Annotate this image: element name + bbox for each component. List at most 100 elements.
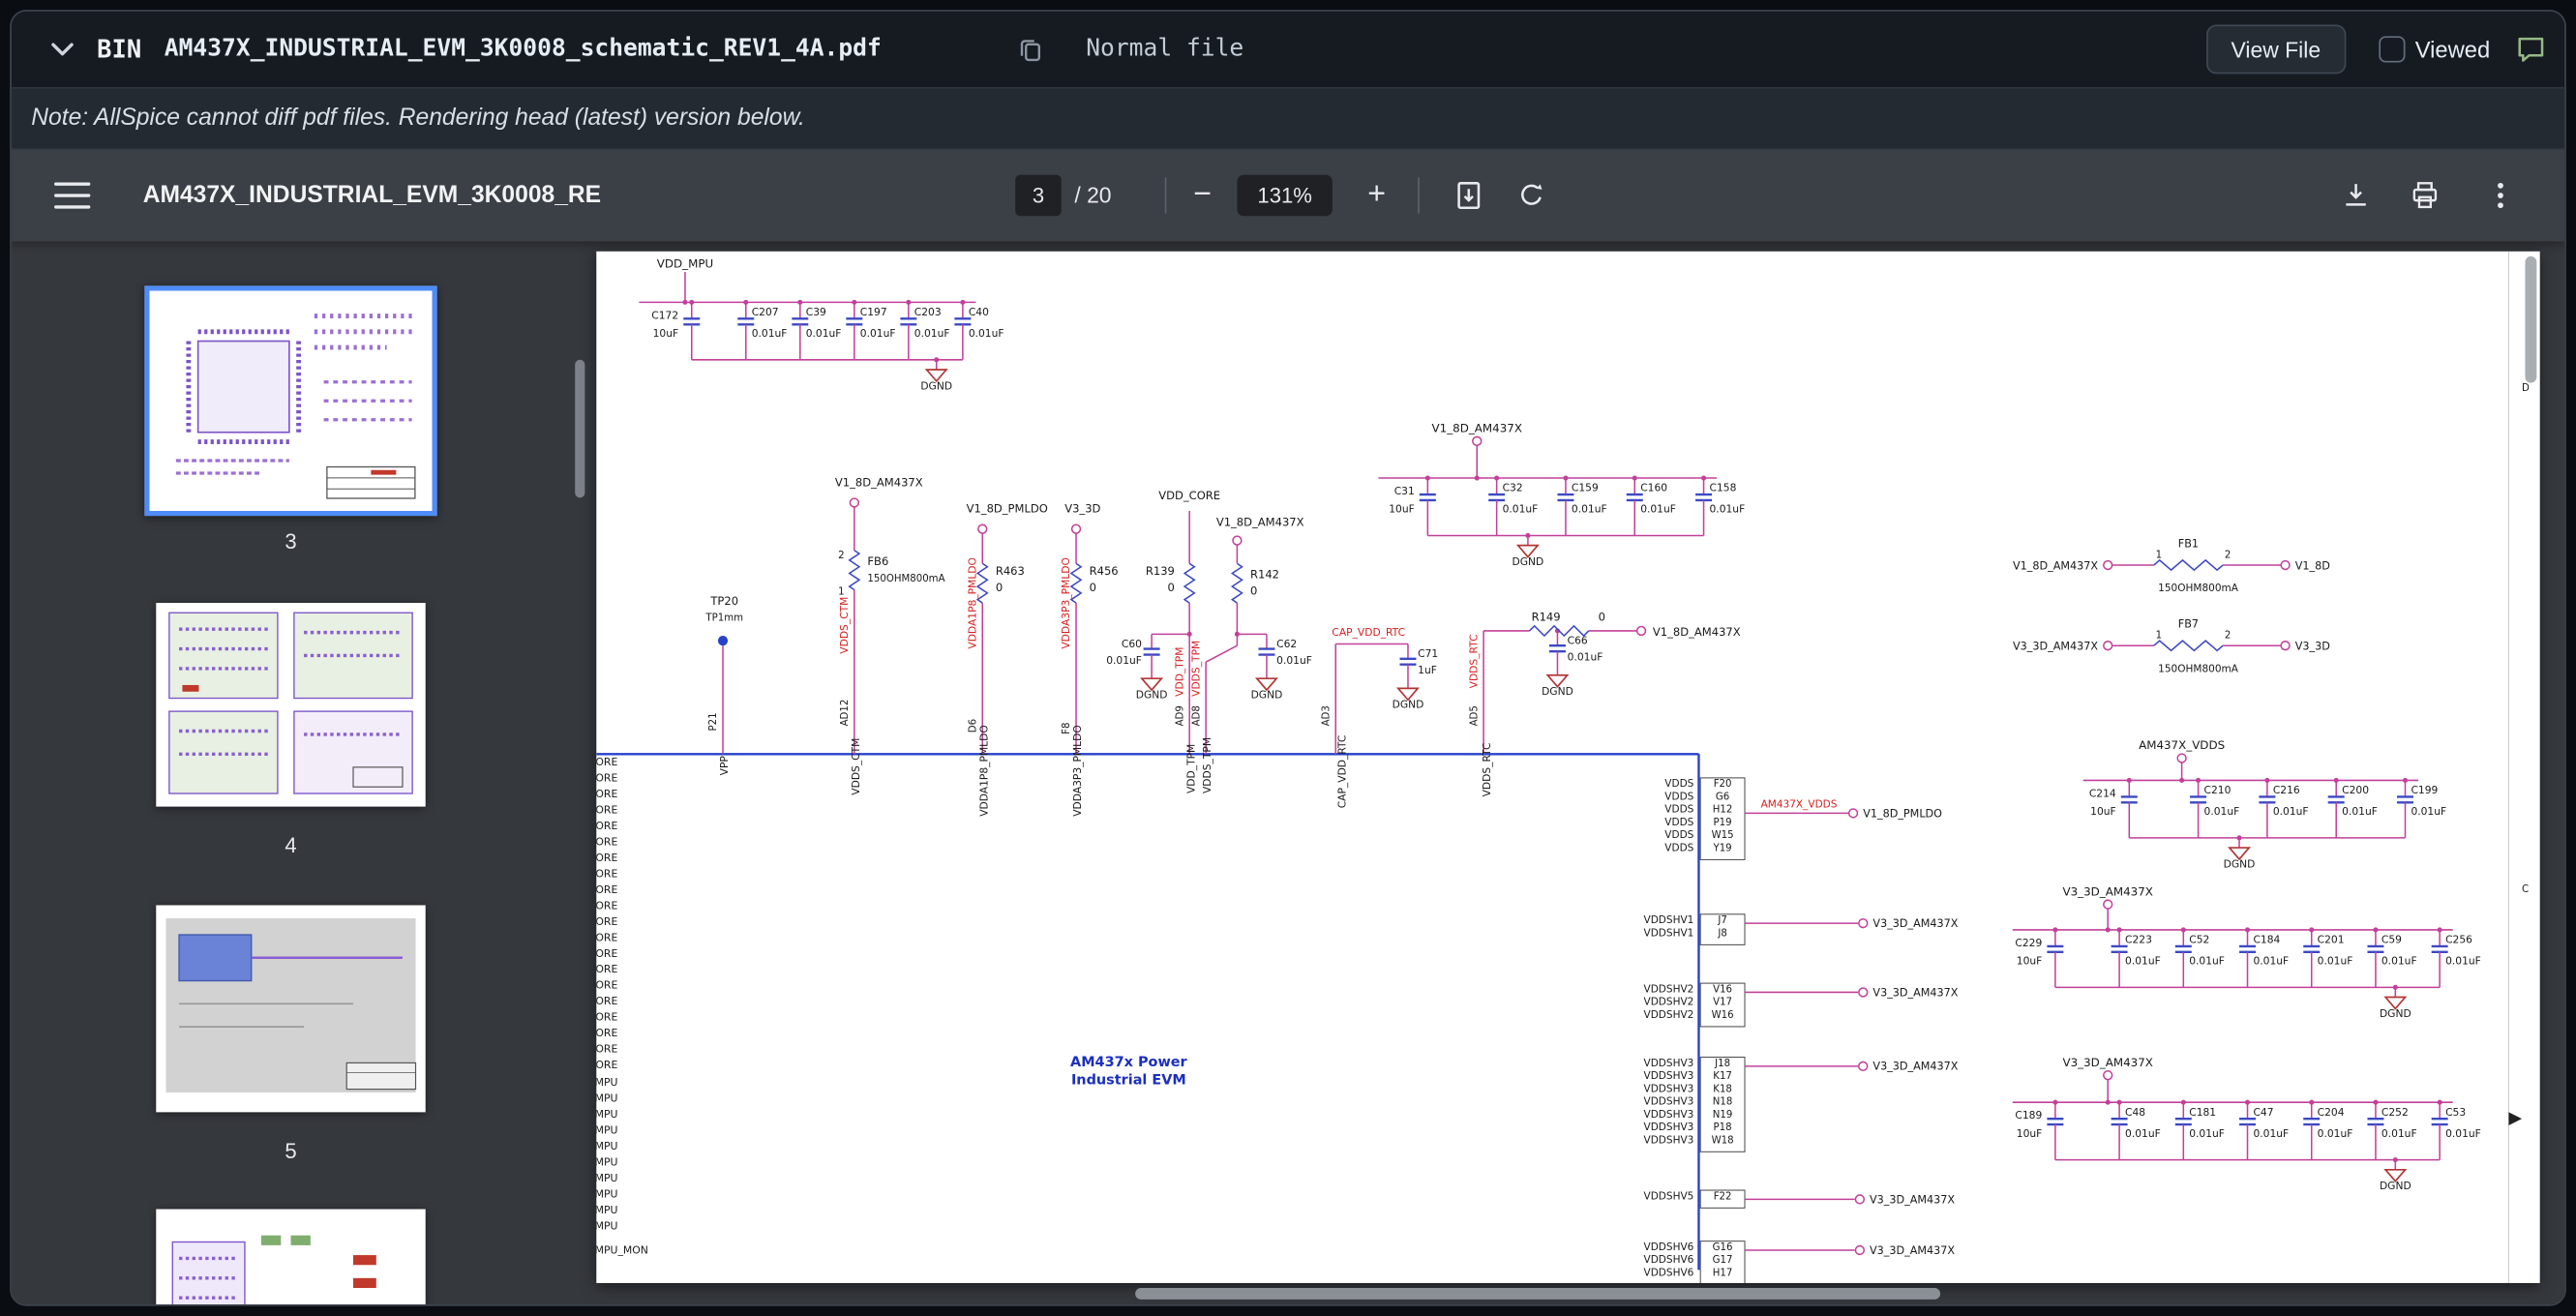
view-file-button[interactable]: View File [2206, 24, 2346, 74]
svg-text:1uF: 1uF [1418, 664, 1437, 676]
svg-text:CORE: CORE [596, 772, 617, 785]
file-header: BIN AM437X_INDUSTRIAL_EVM_3K0008_schemat… [12, 12, 2564, 87]
svg-text:DGND: DGND [2380, 1007, 2411, 1020]
svg-text:FB1: FB1 [2178, 537, 2199, 550]
svg-text:CORE: CORE [596, 867, 617, 880]
svg-text:VDDS_TPM: VDDS_TPM [1201, 737, 1213, 793]
file-name: AM437X_INDUSTRIAL_EVM_3K0008_schematic_R… [165, 36, 882, 62]
toolbar-separator [1418, 177, 1420, 213]
svg-text:V1_8D_AM437X: V1_8D_AM437X [835, 476, 923, 490]
svg-text:DGND: DGND [1393, 699, 1424, 711]
svg-text:FB7: FB7 [2178, 618, 2199, 631]
svg-text:AM437X_VDDS: AM437X_VDDS [1761, 798, 1838, 810]
svg-text:C172: C172 [651, 309, 678, 321]
svg-text:VDDSHV2: VDDSHV2 [1644, 983, 1694, 995]
svg-text:CORE: CORE [596, 804, 617, 817]
svg-text:C40: C40 [969, 306, 989, 318]
svg-text:C214: C214 [2089, 787, 2116, 799]
svg-text:0.01uF: 0.01uF [1276, 654, 1312, 667]
svg-text:0.01uF: 0.01uF [2204, 805, 2240, 818]
svg-text:AD8: AD8 [1191, 705, 1202, 726]
svg-text:C184: C184 [2253, 934, 2280, 946]
svg-text:150OHM800mA: 150OHM800mA [2158, 663, 2239, 674]
zoom-in-button[interactable]: + [1356, 174, 1398, 217]
svg-text:CORE: CORE [596, 979, 617, 992]
svg-text:VDDS: VDDS [1664, 842, 1693, 853]
svg-text:V16: V16 [1713, 984, 1732, 995]
svg-text:VDDS_CTM: VDDS_CTM [838, 597, 851, 654]
svg-text:G16: G16 [1713, 1242, 1733, 1253]
svg-text:1: 1 [2156, 550, 2162, 560]
chevron-down-icon[interactable] [47, 35, 77, 65]
svg-text:V1_8D_AM437X: V1_8D_AM437X [1653, 625, 1741, 639]
thumbnail-page-4[interactable] [156, 603, 425, 807]
svg-text:VDDSHV6: VDDSHV6 [1644, 1241, 1694, 1253]
svg-text:R149: R149 [1532, 611, 1561, 624]
svg-text:0.01uF: 0.01uF [969, 327, 1004, 340]
svg-text:0.01uF: 0.01uF [860, 327, 896, 340]
more-options-icon[interactable] [2479, 174, 2522, 217]
sidebar-scrollbar[interactable] [575, 360, 584, 498]
svg-text:V3_3D_AM437X: V3_3D_AM437X [1870, 1244, 1955, 1257]
print-icon[interactable] [2404, 174, 2446, 217]
svg-text:V1_8D_PMLDO: V1_8D_PMLDO [967, 502, 1048, 516]
svg-text:C252: C252 [2381, 1106, 2409, 1119]
svg-text:2: 2 [2225, 550, 2231, 560]
thumbnail-page-6[interactable] [156, 1210, 425, 1306]
svg-text:MPU: MPU [596, 1204, 617, 1216]
comment-icon[interactable] [2515, 34, 2546, 65]
svg-text:C66: C66 [1568, 635, 1588, 647]
page-number-input[interactable]: 3 [1015, 175, 1062, 216]
svg-text:DGND: DGND [1513, 555, 1544, 568]
rotate-icon[interactable] [1510, 174, 1552, 217]
thumbnail-page-3[interactable] [144, 285, 436, 516]
vertical-scrollbar[interactable] [2525, 256, 2536, 383]
svg-text:VDDSHV5: VDDSHV5 [1644, 1190, 1694, 1202]
svg-text:MPU: MPU [596, 1219, 617, 1232]
svg-text:VDDA1P8_PMLDO: VDDA1P8_PMLDO [977, 725, 990, 817]
svg-text:MPU: MPU [596, 1076, 617, 1089]
svg-text:R456: R456 [1090, 564, 1119, 578]
svg-text:F22: F22 [1714, 1191, 1732, 1202]
svg-text:0: 0 [996, 581, 1003, 594]
svg-text:CORE: CORE [596, 835, 617, 848]
svg-text:W16: W16 [1712, 1010, 1734, 1021]
svg-text:CORE: CORE [596, 995, 617, 1007]
zoom-out-button[interactable]: − [1182, 174, 1224, 217]
svg-text:150OHM800mA: 150OHM800mA [2158, 583, 2239, 594]
svg-text:C32: C32 [1503, 482, 1523, 494]
viewed-checkbox[interactable] [2379, 36, 2405, 62]
svg-text:VDD_MPU: VDD_MPU [657, 257, 713, 271]
document-title: AM437X_INDUSTRIAL_EVM_3K0008_RE [143, 182, 601, 208]
svg-text:DGND: DGND [1542, 685, 1573, 698]
sidebar-toggle-icon[interactable] [54, 182, 90, 208]
horizontal-scrollbar[interactable] [1135, 1288, 1940, 1300]
svg-text:C53: C53 [2445, 1106, 2466, 1119]
svg-text:K18: K18 [1713, 1084, 1732, 1094]
svg-text:V3_3D_AM437X: V3_3D_AM437X [2062, 884, 2152, 898]
svg-text:0.01uF: 0.01uF [2411, 805, 2446, 818]
svg-text:MPU: MPU [596, 1108, 617, 1121]
svg-text:0: 0 [1599, 611, 1605, 624]
svg-text:CORE: CORE [596, 1059, 617, 1071]
fit-to-page-icon[interactable] [1448, 174, 1490, 217]
svg-text:C197: C197 [860, 306, 887, 318]
svg-text:V3_3D_AM437X: V3_3D_AM437X [1872, 1061, 1958, 1073]
svg-text:150OHM800mA: 150OHM800mA [867, 574, 944, 584]
svg-text:0: 0 [1168, 581, 1175, 594]
svg-text:VDDS: VDDS [1664, 778, 1693, 790]
svg-text:DGND: DGND [1251, 689, 1283, 702]
svg-text:V3_3D_AM437X: V3_3D_AM437X [1872, 986, 1958, 999]
svg-text:C189: C189 [2015, 1109, 2042, 1122]
svg-text:VDDS_CTM: VDDS_CTM [850, 738, 862, 795]
svg-text:R463: R463 [996, 564, 1025, 578]
svg-text:P21: P21 [708, 712, 719, 731]
copy-icon[interactable] [1017, 36, 1043, 62]
download-icon[interactable] [2335, 174, 2378, 217]
thumbnail-page-5[interactable] [156, 905, 425, 1112]
thumbnail-panel: 3 [12, 242, 593, 1306]
svg-text:J7: J7 [1717, 915, 1726, 926]
svg-text:C207: C207 [752, 306, 779, 318]
svg-text:AD12: AD12 [840, 700, 851, 727]
svg-text:0.01uF: 0.01uF [806, 327, 842, 340]
